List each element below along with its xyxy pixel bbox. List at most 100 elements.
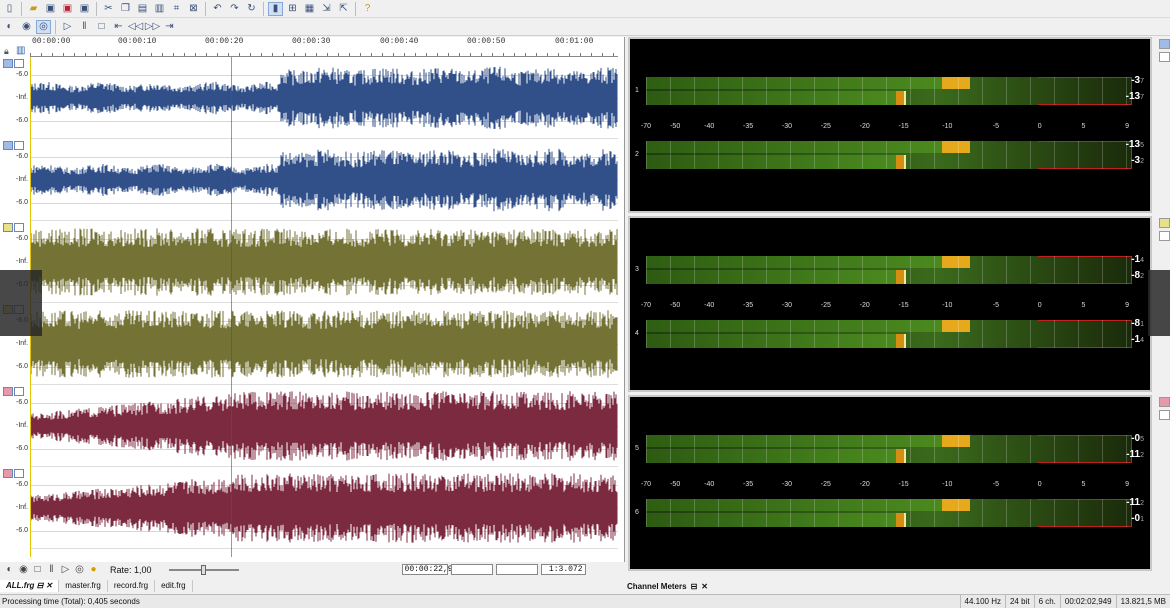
pause-icon[interactable]: ‖	[46, 564, 57, 575]
file-size: 13.821,5 MB	[1115, 594, 1170, 608]
meter-mute-button[interactable]	[1159, 231, 1170, 241]
copy-icon[interactable]: ❐	[118, 2, 133, 16]
export-icon[interactable]: ⇱	[336, 2, 351, 16]
new-file-icon[interactable]: ▯	[2, 2, 17, 16]
meters-tab[interactable]: Channel Meters ⊟ ✕	[627, 580, 708, 592]
db-scale-tick-label: -50	[670, 481, 681, 488]
waveform-trace	[30, 228, 618, 296]
channel-mute-button[interactable]	[14, 59, 24, 68]
undo-icon[interactable]: ↶	[210, 2, 225, 16]
rewind-icon[interactable]: ◁◁	[128, 20, 143, 34]
zoom-select-icon[interactable]: ⊞	[285, 2, 300, 16]
db-scale-tick-label: -35	[742, 481, 754, 488]
db-scale-tick-label: -25	[820, 123, 831, 130]
stop-icon[interactable]: □	[94, 20, 109, 34]
rms-level-bar	[646, 435, 942, 447]
record-icon[interactable]: ◉	[19, 20, 34, 34]
meter-solo-button[interactable]	[1159, 39, 1170, 49]
history-icon[interactable]: ↻	[244, 2, 259, 16]
waveform-view-icon[interactable]: ▮	[268, 1, 283, 16]
channel-solo-button[interactable]	[3, 223, 13, 232]
channel-solo-button[interactable]	[3, 469, 13, 478]
channel-buttons	[3, 469, 24, 478]
channel-solo-button[interactable]	[3, 141, 13, 150]
properties-icon[interactable]: ▦	[302, 2, 317, 16]
record-icon[interactable]: ◉	[18, 564, 29, 575]
meter-mute-button[interactable]	[1159, 410, 1170, 420]
save-icon[interactable]: ▣	[43, 2, 58, 16]
snap-icon[interactable]: ▥	[16, 45, 25, 56]
lock-icon[interactable]: 🔒︎	[4, 46, 9, 57]
time-ruler[interactable]	[30, 45, 618, 57]
time-position-field[interactable]: 00:00:22,982	[401, 564, 462, 575]
redo-icon[interactable]: ↷	[227, 2, 242, 16]
channel-mute-button[interactable]	[14, 469, 24, 478]
db-scale-tick-label: -70	[640, 123, 652, 130]
channel-number: 2	[635, 151, 639, 158]
go-start-icon[interactable]: ⇤	[111, 20, 126, 34]
db-scale-label: -Inf.	[16, 504, 29, 511]
tab-edit[interactable]: edit.frg	[155, 580, 193, 592]
tab-record[interactable]: record.frg	[108, 580, 156, 592]
audio-channel[interactable]	[30, 467, 618, 549]
close-icon[interactable]: ✕	[701, 582, 708, 591]
peak-hold-marker	[904, 513, 906, 527]
tab-all[interactable]: ALL.frg ⊟ ✕	[0, 580, 60, 592]
db-scale-label: -Inf.	[16, 340, 29, 347]
playhead-cursor[interactable]	[231, 57, 232, 557]
play-icon[interactable]: ▷	[60, 564, 71, 575]
cut-icon[interactable]: ✂	[101, 2, 116, 16]
meter-side-buttons	[1159, 39, 1170, 62]
delete-icon[interactable]: ⊠	[186, 2, 201, 16]
loop-icon[interactable]: ◎	[74, 564, 85, 575]
meter-mute-button[interactable]	[1159, 52, 1170, 62]
channel-solo-button[interactable]	[3, 387, 13, 396]
save-as-icon[interactable]: ▣	[60, 2, 75, 16]
crop-icon[interactable]: ⌗	[169, 2, 184, 16]
audio-channel[interactable]	[30, 385, 618, 467]
db-scale-tick-label: 9	[1125, 123, 1130, 130]
zoom-field[interactable]: 1:3.072	[540, 564, 586, 575]
overlay-strip-left	[0, 270, 42, 336]
autoplay-icon[interactable]: ●	[88, 564, 99, 575]
status-bar: Processing time (Total): 0,405 seconds 4…	[0, 594, 1170, 608]
import-icon[interactable]: ⇲	[319, 2, 334, 16]
channel-mute-button[interactable]	[14, 387, 24, 396]
rate-slider-knob[interactable]	[200, 564, 206, 575]
clip-zone	[1038, 77, 1132, 105]
open-folder-icon[interactable]: ▰	[26, 2, 41, 16]
audio-channel[interactable]	[30, 303, 618, 385]
monitor-icon[interactable]: ◐	[4, 564, 15, 575]
meters-tab-label: Channel Meters	[627, 581, 687, 591]
save-all-icon[interactable]: ▣	[77, 2, 92, 16]
meter-solo-button[interactable]	[1159, 218, 1170, 228]
audio-channel[interactable]	[30, 57, 618, 139]
channel-solo-button[interactable]	[3, 59, 13, 68]
peak-value-main: -0	[1131, 513, 1141, 524]
rate-slider[interactable]	[168, 564, 239, 575]
stop-icon[interactable]: □	[32, 564, 43, 575]
paste-icon[interactable]: ▤	[135, 2, 150, 16]
audio-channel[interactable]	[30, 221, 618, 303]
waveform-editor[interactable]: 🔒︎ ▥ 00:00:00 00:00:10 00:00:20 00:00:30…	[0, 37, 625, 577]
go-end-icon[interactable]: ⇥	[162, 20, 177, 34]
float-icon[interactable]: ⊟	[691, 582, 698, 591]
pause-icon[interactable]: ‖	[77, 20, 92, 34]
loop-icon[interactable]: ◎	[36, 19, 51, 34]
audio-channel[interactable]	[30, 139, 618, 221]
channel-mute-button[interactable]	[14, 223, 24, 232]
selection-start-field[interactable]	[450, 564, 493, 575]
selection-length-field[interactable]	[495, 564, 538, 575]
waveform-trace	[30, 66, 618, 130]
meter-solo-button[interactable]	[1159, 397, 1170, 407]
db-scale-tick-label: -5	[992, 481, 1000, 488]
help-icon[interactable]: ?	[360, 2, 375, 16]
peak-level-bar	[646, 449, 896, 463]
forward-icon[interactable]: ▷▷	[145, 20, 160, 34]
ruler-label: 00:00:30	[292, 37, 331, 46]
play-icon[interactable]: ▷	[60, 20, 75, 34]
monitor-icon[interactable]: ◐	[2, 20, 17, 34]
paste-mix-icon[interactable]: ▥	[152, 2, 167, 16]
channel-mute-button[interactable]	[14, 141, 24, 150]
tab-master[interactable]: master.frg	[59, 580, 108, 592]
